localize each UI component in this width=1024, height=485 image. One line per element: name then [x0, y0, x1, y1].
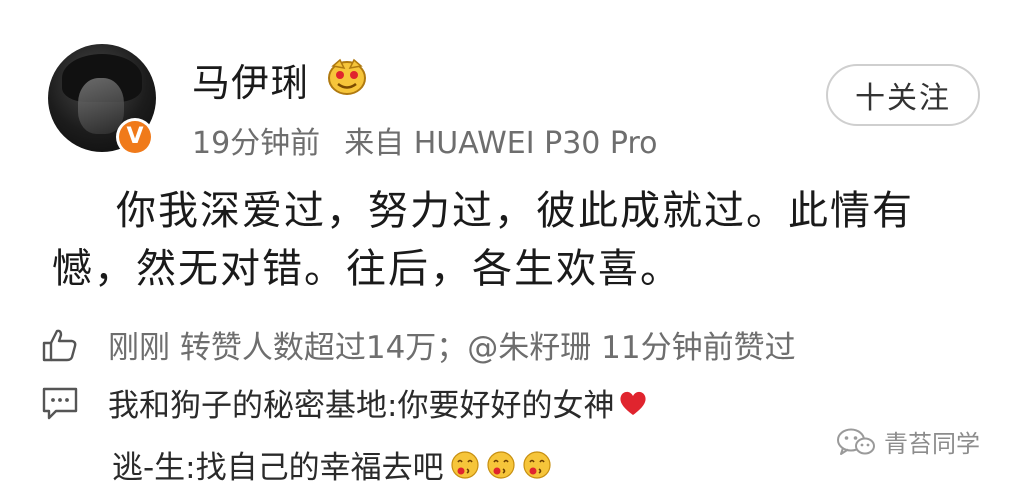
comment-text: 逃-生:找自己的幸福去吧 — [112, 450, 444, 485]
comment-item: 逃-生:找自己的幸福去吧 — [112, 442, 552, 485]
heart-icon — [620, 391, 647, 415]
kiss-emoji-icon — [487, 450, 515, 479]
verified-badge-icon: V — [116, 118, 154, 156]
likes-row: 刚刚 转赞人数超过14万；@朱籽珊 11分钟前赞过 — [40, 322, 796, 367]
username[interactable]: 马伊琍 — [192, 52, 309, 107]
comment-text: 我和狗子的秘密基地:你要好好的女神 — [108, 388, 615, 424]
wechat-icon — [837, 428, 875, 455]
comment-item: 我和狗子的秘密基地:你要好好的女神 — [40, 380, 648, 425]
follow-button[interactable]: 十关注 — [826, 64, 980, 126]
emoji-icon — [328, 58, 366, 95]
kiss-emoji-icon — [451, 450, 479, 479]
weibo-post-card: V 马伊琍 19分钟前 来自 HUAWEI P30 Pro 十关注 你我深爱过，努… — [0, 0, 1024, 485]
watermark-label: 青苔同学 — [884, 430, 980, 458]
kiss-emoji-icon — [523, 450, 551, 479]
likes-text: 刚刚 转赞人数超过14万；@朱籽珊 11分钟前赞过 — [108, 330, 796, 366]
watermark: 青苔同学 — [836, 424, 980, 459]
post-source: 来自 HUAWEI P30 Pro — [344, 126, 658, 161]
thumbs-up-icon[interactable] — [40, 327, 80, 363]
comment-bubble-icon[interactable] — [40, 385, 80, 421]
post-time: 19分钟前 — [192, 126, 321, 161]
post-text: 你我深爱过，努力过，彼此成就过。此情有憾，然无对错。往后，各生欢喜。 — [52, 188, 914, 292]
post-meta: 19分钟前 来自 HUAWEI P30 Pro — [192, 118, 658, 162]
